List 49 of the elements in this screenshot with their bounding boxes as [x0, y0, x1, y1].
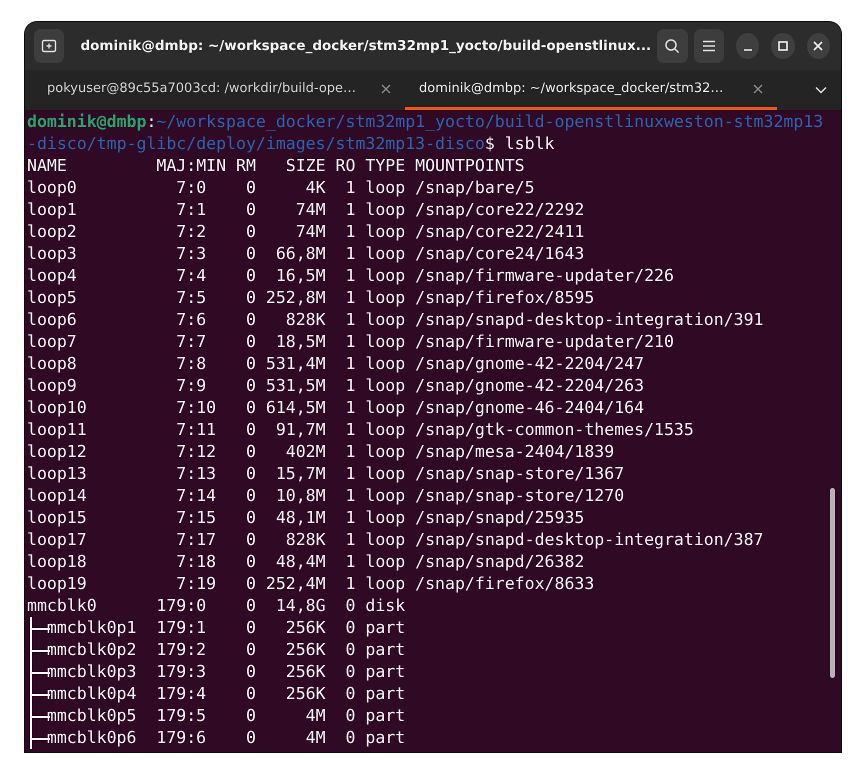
maximize-icon	[778, 41, 788, 51]
window-title: dominik@dmbp: ~/workspace_docker/stm32mp1_yocto/build-openstlinux...	[79, 38, 652, 54]
tab-label: pokyuser@89c55a7003cd: /workdir/build-ope…	[47, 81, 356, 96]
output-line: mmcblk0p1 179:1 0 256K 0 part	[46, 617, 406, 639]
minimize-icon	[742, 49, 753, 51]
output-line: NAME MAJ:MIN RM SIZE RO TYPE MOUNTPOINTS	[27, 155, 525, 177]
output-line: loop13 7:13 0 15,7M 1 loop /snap/snap-store/1367	[27, 463, 624, 485]
output-line: loop12 7:12 0 402M 1 loop /snap/mesa-2404/1839	[27, 441, 614, 463]
output-line: loop14 7:14 0 10,8M 1 loop /snap/snap-store/1270	[27, 485, 624, 507]
command-prompt: dominik@dmbp:~/workspace_docker/stm32mp1_yocto/build-openstlinuxweston-stm32mp13-disco/tmp-glibc/deploy/images/stm32mp13-disco$ lsblk	[27, 111, 824, 155]
output-line: mmcblk0 179:0 0 14,8G 0 disk	[27, 595, 406, 617]
output-line: loop4 7:4 0 16,5M 1 loop /snap/firmware-updater/226	[27, 265, 674, 287]
terminal-tab[interactable]: dominik@dmbp: ~/workspace_docker/stm32…	[405, 70, 777, 110]
output-line: loop6 7:6 0 828K 1 loop /snap/snapd-desktop-integration/391	[27, 309, 764, 331]
new-tab-button[interactable]	[34, 29, 64, 63]
output-line: mmcblk0p2 179:2 0 256K 0 part	[46, 639, 406, 661]
scrollbar-thumb[interactable]	[830, 488, 835, 678]
output-line: loop7 7:7 0 18,5M 1 loop /snap/firmware-updater/210	[27, 331, 674, 353]
output-line: loop15 7:15 0 48,1M 1 loop /snap/snapd/25935	[27, 507, 584, 529]
maximize-button[interactable]	[771, 33, 795, 59]
tab-label: dominik@dmbp: ~/workspace_docker/stm32…	[419, 81, 724, 96]
output-line: loop11 7:11 0 91,7M 1 loop /snap/gtk-common-themes/1535	[27, 419, 694, 441]
menu-icon	[702, 40, 716, 52]
chevron-down-icon[interactable]	[815, 86, 827, 94]
output-line: loop8 7:8 0 531,4M 1 loop /snap/gnome-42-2204/247	[27, 353, 644, 375]
output-line: loop1 7:1 0 74M 1 loop /snap/core22/2292	[27, 199, 584, 221]
output-line: loop0 7:0 0 4K 1 loop /snap/bare/5	[27, 177, 535, 199]
output-line: loop9 7:9 0 531,5M 1 loop /snap/gnome-42-2204/263	[27, 375, 644, 397]
output-line: loop18 7:18 0 48,4M 1 loop /snap/snapd/26382	[27, 551, 584, 573]
minimize-button[interactable]	[736, 33, 760, 59]
close-button[interactable]	[806, 33, 830, 59]
menu-button[interactable]	[694, 29, 724, 63]
output-line: loop10 7:10 0 614,5M 1 loop /snap/gnome-46-2404/164	[27, 397, 644, 419]
output-line: loop5 7:5 0 252,8M 1 loop /snap/firefox/8595	[27, 287, 594, 309]
search-icon	[664, 38, 680, 54]
output-line: loop17 7:17 0 828K 1 loop /snap/snapd-desktop-integration/387	[27, 529, 764, 551]
new-tab-icon	[41, 38, 58, 54]
output-line: loop2 7:2 0 74M 1 loop /snap/core22/2411	[27, 221, 584, 243]
output-line: mmcblk0p3 179:3 0 256K 0 part	[46, 661, 406, 683]
output-line: loop3 7:3 0 66,8M 1 loop /snap/core24/1643	[27, 243, 584, 265]
close-tab-icon[interactable]	[753, 84, 763, 94]
close-tab-icon[interactable]	[381, 84, 391, 94]
output-line: loop19 7:19 0 252,4M 1 loop /snap/firefox/8633	[27, 573, 594, 595]
close-icon	[813, 41, 824, 51]
output-line: mmcblk0p4 179:4 0 256K 0 part	[46, 683, 406, 705]
terminal-tab[interactable]: pokyuser@89c55a7003cd: /workdir/build-ope…	[33, 70, 405, 110]
output-line: mmcblk0p6 179:6 0 4M 0 part	[46, 727, 406, 749]
output-line: mmcblk0p5 179:5 0 4M 0 part	[46, 705, 406, 727]
search-button[interactable]	[657, 29, 688, 63]
